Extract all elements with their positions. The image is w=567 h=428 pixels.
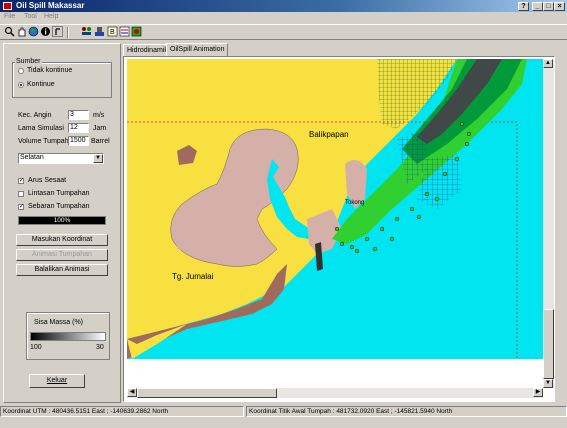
scroll-left-button[interactable]: ◀ [127, 388, 137, 397]
minimize-button[interactable]: _ [532, 2, 543, 11]
menu-tool[interactable]: Tool [24, 13, 37, 20]
menu-bar: File Tool Help [0, 12, 567, 23]
check-arus-sesaat-label: Arus Sesaat [28, 177, 67, 184]
horizontal-scrollbar[interactable]: ◀ ▶ [127, 388, 543, 398]
tool-icon-3[interactable]: B [107, 26, 118, 37]
zoom-icon[interactable] [4, 26, 15, 37]
control-panel: Sumber Tidak kontinue Kontinue Kec. Angi… [3, 43, 121, 403]
label-tg-jumalai: Tg. Jumalai [172, 272, 214, 281]
masukan-koordinat-button[interactable]: Masukan Koordinat [16, 234, 108, 246]
radio-kontinue[interactable] [18, 82, 24, 88]
title-bar [0, 0, 567, 12]
globe-icon[interactable] [28, 26, 39, 37]
lama-simulasi-label: Lama Simulasi [18, 125, 64, 132]
status-bar: Koordinat UTM : 480436.5151 East ; -1406… [0, 406, 567, 418]
scroll-up-button[interactable]: ▲ [543, 59, 553, 68]
balalikan-animasi-button[interactable]: Balalikan Animasi [16, 264, 108, 276]
horizontal-scroll-thumb[interactable] [137, 388, 277, 398]
maximize-button[interactable]: □ [543, 2, 554, 11]
scroll-down-button[interactable]: ▼ [543, 379, 553, 388]
help-button[interactable]: ? [518, 2, 529, 11]
sumber-label: Sumber [15, 58, 42, 65]
window-title: Oil Spill Makassar [16, 1, 85, 10]
toolbar: B [0, 24, 567, 40]
chevron-down-icon[interactable]: ▼ [93, 154, 103, 163]
svg-text:B: B [110, 29, 115, 36]
check-sebaran-tumpahan[interactable]: ✓ [18, 204, 24, 210]
status-utm: Koordinat UTM : 480436.5151 East ; -1406… [0, 406, 244, 417]
scroll-right-button[interactable]: ▶ [533, 388, 543, 397]
kec-angin-unit: m/s [93, 112, 105, 119]
radio-tidak-kontinue[interactable] [18, 68, 24, 74]
radio-kontinue-label: Kontinue [27, 81, 55, 88]
tool-icon-2[interactable] [94, 26, 105, 37]
tab-oilspill-animation[interactable]: OilSpill Animation [166, 43, 229, 57]
volume-tumpah-label: Volume Tumpah [18, 138, 69, 145]
tool-icon-5[interactable] [131, 26, 142, 37]
check-lintasan-tumpahan-label: Lintasan Tumpahan [28, 190, 90, 197]
check-arus-sesaat[interactable]: ✓ [18, 178, 24, 184]
radio-tidak-kontinue-label: Tidak kontinue [27, 67, 73, 74]
legend-min-label: 100 [30, 344, 42, 351]
direction-select[interactable]: Selatan ▼ [18, 153, 104, 164]
info-icon[interactable] [40, 26, 51, 37]
menu-help[interactable]: Help [44, 13, 58, 20]
keluar-button[interactable]: Keluar [29, 374, 85, 388]
legend-gradient [30, 332, 106, 341]
pointer-icon[interactable] [52, 26, 63, 37]
progress-bar: 100% [18, 216, 106, 225]
vertical-scroll-thumb[interactable] [543, 309, 554, 379]
check-sebaran-tumpahan-label: Sebaran Tumpahan [28, 203, 90, 210]
close-button[interactable]: × [554, 2, 565, 11]
volume-tumpah-input[interactable]: 1500 [68, 136, 89, 146]
volume-tumpah-unit: Barrel [91, 138, 110, 145]
tool-icon-1[interactable] [81, 26, 92, 37]
animasi-tumpahan-button[interactable]: Animasi Tumpahan [16, 249, 108, 261]
label-tokong: Tokong [345, 200, 364, 206]
menu-file[interactable]: File [4, 13, 15, 20]
check-lintasan-tumpahan[interactable] [18, 191, 24, 197]
lama-simulasi-unit: Jam [93, 125, 107, 132]
pan-icon[interactable] [16, 26, 27, 37]
tool-icon-4[interactable] [119, 26, 130, 37]
map-blank-area [127, 359, 543, 388]
status-spill-origin: Koordinat Titik Awal Tumpah : 481732.092… [246, 406, 567, 417]
kec-angin-input[interactable]: 3 [68, 110, 89, 120]
lama-simulasi-input[interactable]: 12 [68, 123, 89, 133]
app-icon [3, 2, 12, 10]
progress-text: 100% [53, 217, 71, 224]
legend-max-label: 30 [96, 344, 104, 351]
vertical-scrollbar[interactable]: ▲ ▼ [543, 59, 554, 388]
kec-angin-label: Kec. Angin [18, 112, 52, 119]
label-balikpapan: Balikpapan [309, 130, 349, 139]
toolbar-separator [67, 27, 69, 38]
map-canvas[interactable]: Balikpapan Tg. Jumalai Tokong [127, 59, 543, 388]
direction-select-value: Selatan [20, 154, 44, 161]
legend-title: Sisa Massa (%) [34, 319, 84, 326]
